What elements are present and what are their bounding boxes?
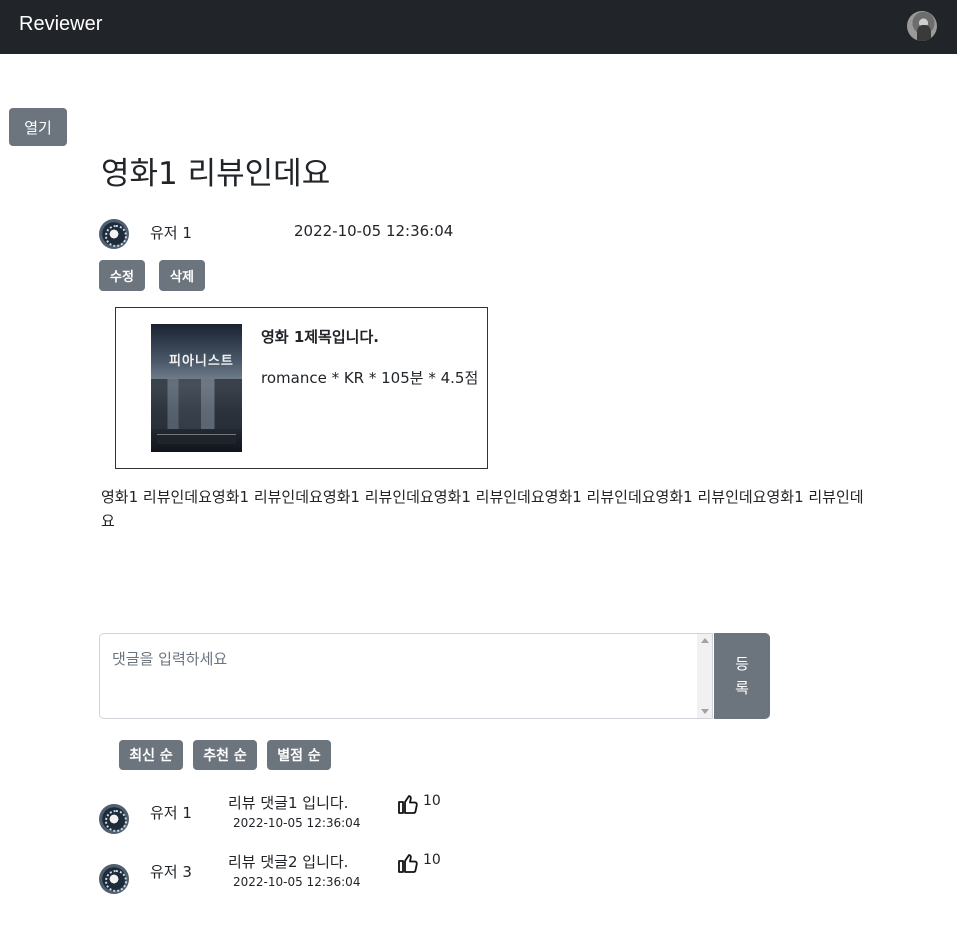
delete-button[interactable]: 삭제 — [159, 260, 205, 291]
comment-user: 유저 1 — [150, 804, 192, 822]
navbar: Reviewer — [0, 0, 957, 54]
comment-date: 2022-10-05 12:36:04 — [233, 816, 361, 830]
thumbs-up-icon[interactable] — [396, 851, 420, 875]
poster-title: 피아니스트 — [169, 354, 234, 369]
post-body: 영화1 리뷰인데요영화1 리뷰인데요영화1 리뷰인데요영화1 리뷰인데요영화1 … — [101, 488, 864, 530]
author-avatar — [99, 219, 129, 249]
comment-submit-button[interactable]: 등 록 — [714, 633, 770, 719]
sort-recommended-button[interactable]: 추천 순 — [193, 740, 257, 770]
thumbs-up-icon[interactable] — [396, 792, 420, 816]
comment-date: 2022-10-05 12:36:04 — [233, 875, 361, 889]
comment-user: 유저 3 — [150, 863, 192, 881]
poster-credits — [157, 434, 236, 444]
comment-text: 리뷰 댓글1 입니다. — [228, 794, 349, 812]
sort-rating-button[interactable]: 별점 순 — [267, 740, 331, 770]
movie-meta: romance * KR * 105분 * 4.5점 — [261, 369, 479, 387]
comment-input-scrollbar[interactable] — [697, 634, 712, 718]
sidebar-open-button[interactable]: 열기 — [9, 108, 67, 146]
brand-title[interactable]: Reviewer — [19, 13, 102, 36]
like-count: 10 — [423, 793, 441, 809]
post-title: 영화1 리뷰인데요 — [101, 156, 331, 192]
post-date: 2022-10-05 12:36:04 — [294, 222, 454, 240]
comment-avatar — [99, 804, 129, 834]
edit-button[interactable]: 수정 — [99, 260, 145, 291]
like-count: 10 — [423, 852, 441, 868]
movie-poster: 피아니스트 — [151, 324, 242, 452]
scroll-up-arrow-icon[interactable] — [701, 638, 709, 643]
scroll-down-arrow-icon[interactable] — [701, 709, 709, 714]
submit-label-line1: 등 — [735, 655, 749, 673]
comment-input[interactable] — [99, 633, 713, 719]
post-author: 유저 1 — [150, 224, 192, 242]
sort-latest-button[interactable]: 최신 순 — [119, 740, 183, 770]
movie-card[interactable]: 피아니스트 영화 1제목입니다. romance * KR * 105분 * 4… — [115, 307, 488, 469]
movie-title: 영화 1제목입니다. — [261, 328, 379, 346]
poster-scene — [151, 379, 242, 429]
profile-avatar-icon[interactable] — [907, 11, 937, 41]
comment-text: 리뷰 댓글2 입니다. — [228, 853, 349, 871]
comment-avatar — [99, 864, 129, 894]
submit-label-line2: 록 — [735, 679, 749, 697]
